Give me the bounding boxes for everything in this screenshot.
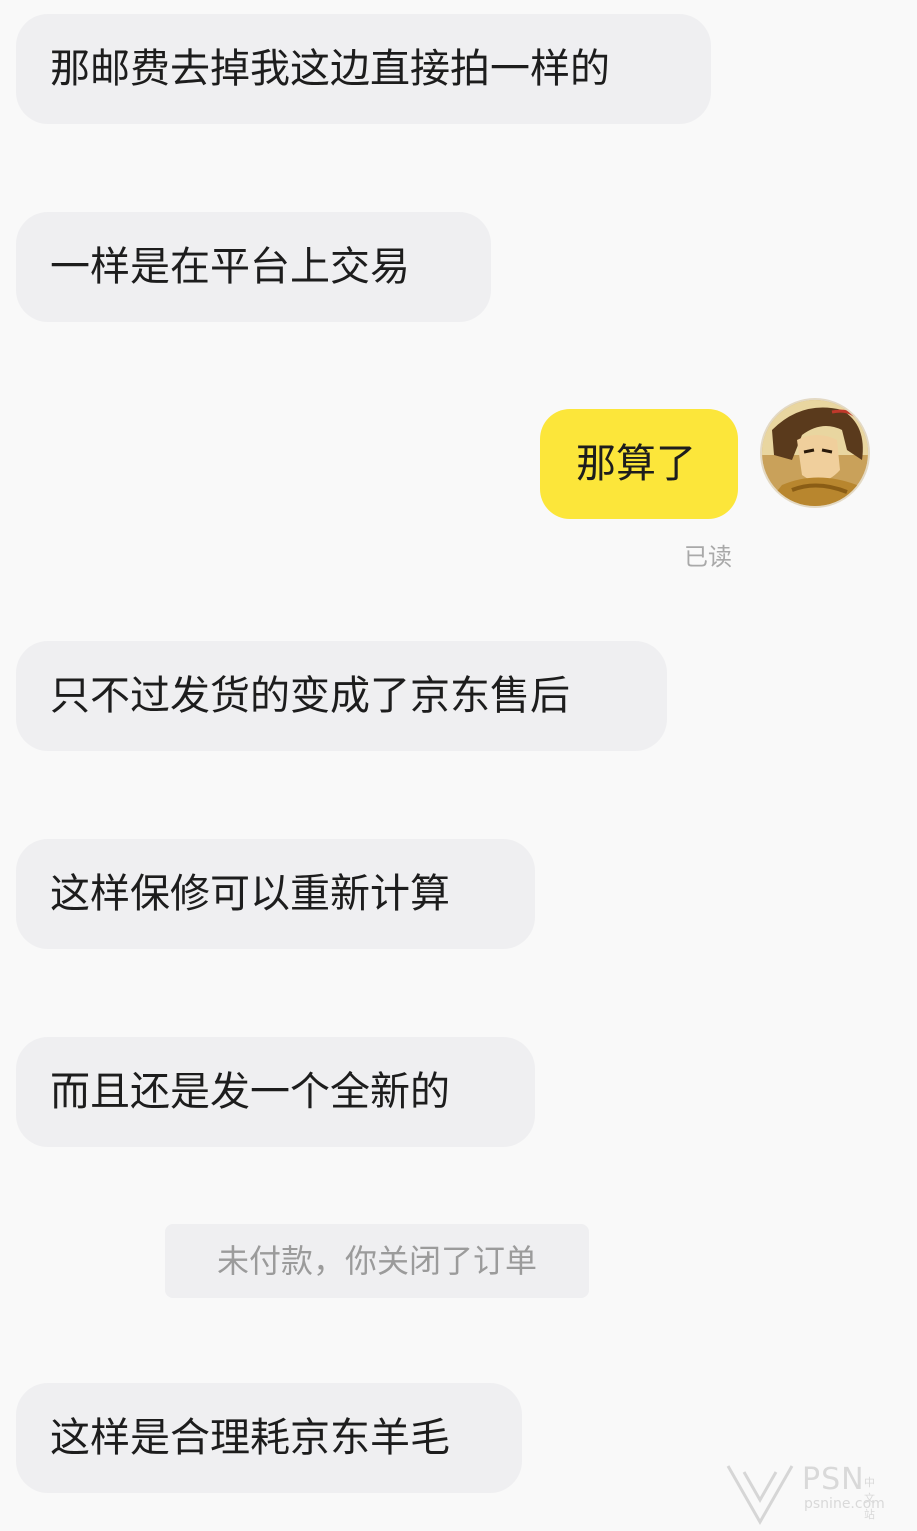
message-bubble-outgoing[interactable]: 那算了 [540,409,738,519]
message-bubble-incoming[interactable]: 这样是合理耗京东羊毛 [16,1383,522,1493]
avatar-image [762,400,868,506]
message-text: 一样是在平台上交易 [50,244,410,290]
system-notice: 未付款，你关闭了订单 [165,1224,589,1298]
message-text: 这样是合理耗京东羊毛 [50,1415,450,1461]
message-bubble-incoming[interactable]: 一样是在平台上交易 [16,212,491,322]
message-bubble-incoming[interactable]: 而且还是发一个全新的 [16,1037,535,1147]
message-bubble-incoming[interactable]: 只不过发货的变成了京东售后 [16,641,667,751]
message-text: 而且还是发一个全新的 [50,1069,450,1115]
message-bubble-incoming[interactable]: 那邮费去掉我这边直接拍一样的 [16,14,711,124]
watermark-site: psnine.com [804,1496,885,1512]
watermark-brand: PSN [802,1462,865,1497]
message-text: 那算了 [576,441,696,487]
message-text: 只不过发货的变成了京东售后 [50,673,570,719]
read-receipt: 已读 [684,543,732,571]
message-text: 那邮费去掉我这边直接拍一样的 [50,46,610,92]
message-text: 这样保修可以重新计算 [50,871,450,917]
message-bubble-incoming[interactable]: 这样保修可以重新计算 [16,839,535,949]
watermark-logo-icon [726,1465,794,1526]
user-avatar[interactable] [760,398,870,508]
